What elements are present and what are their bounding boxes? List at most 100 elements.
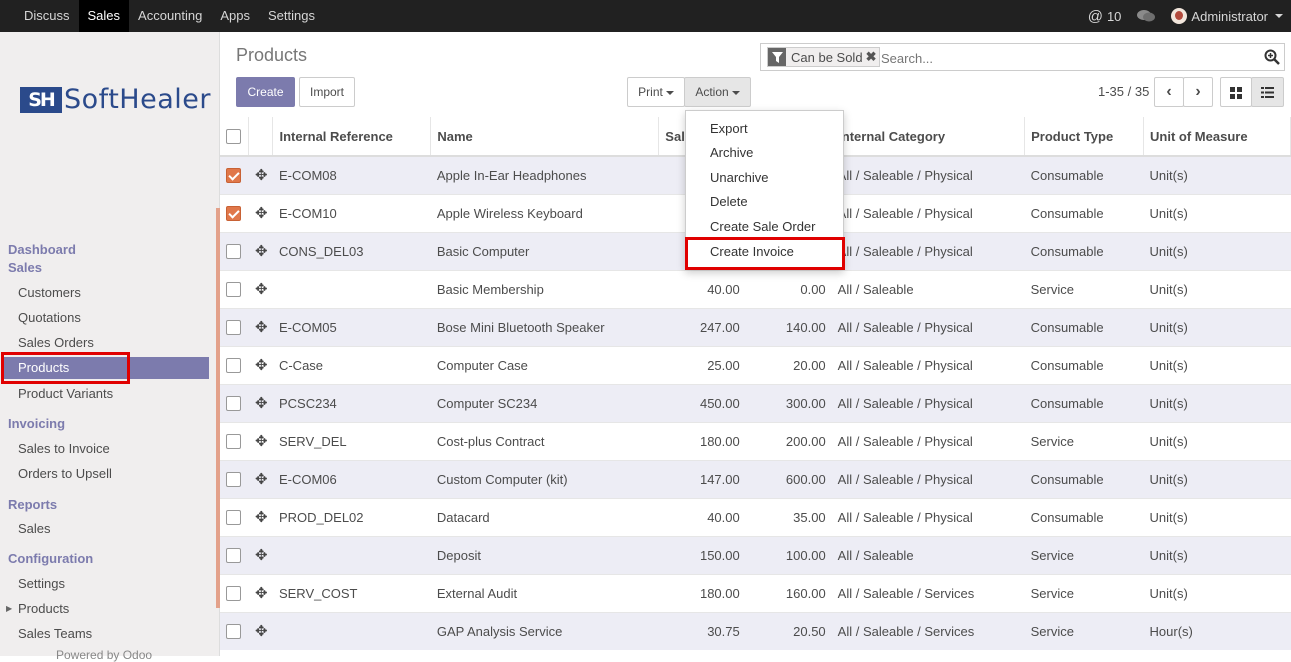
row-checkbox[interactable] — [226, 320, 241, 336]
pager-next-button[interactable]: › — [1183, 77, 1213, 107]
sidebar-item-config-products[interactable]: Products — [18, 601, 69, 616]
menu-item-create-sale-order[interactable]: Create Sale Order — [710, 219, 816, 234]
row-checkbox[interactable] — [226, 206, 241, 222]
close-icon[interactable]: ✖ — [866, 49, 880, 65]
row-checkbox[interactable] — [226, 510, 241, 526]
sidebar-section-configuration[interactable]: Configuration — [8, 551, 93, 566]
column-product-type[interactable]: Product Type — [1024, 117, 1145, 157]
menu-item-export[interactable]: Export — [710, 121, 748, 136]
menu-accounting[interactable]: Accounting — [129, 0, 211, 32]
sidebar-dashboard[interactable]: Dashboard — [8, 242, 76, 257]
pager-previous-button[interactable]: ‹ — [1154, 77, 1184, 107]
table-row[interactable]: ✥ E-COM06 Custom Computer (kit) 147.00 600.0… — [220, 459, 1291, 498]
column-internal-category[interactable]: Internal Category — [831, 117, 1026, 157]
row-checkbox[interactable] — [226, 244, 241, 260]
cell-name: Computer SC234 — [430, 383, 659, 422]
chevron-right-icon: › — [1195, 83, 1201, 100]
row-checkbox[interactable] — [226, 434, 241, 450]
drag-handle-icon[interactable]: ✥ — [255, 585, 268, 602]
sidebar-item-quotations[interactable]: Quotations — [18, 310, 81, 325]
sidebar-item-sales-orders[interactable]: Sales Orders — [18, 335, 94, 350]
cell-name: GAP Analysis Service — [430, 611, 659, 650]
table-row[interactable]: ✥ Basic Membership 40.00 0.00 All / Saleable… — [220, 269, 1291, 308]
action-button[interactable]: Action — [684, 77, 751, 107]
row-checkbox[interactable] — [226, 586, 241, 602]
drag-handle-icon[interactable]: ✥ — [255, 281, 268, 298]
drag-handle-icon[interactable]: ✥ — [255, 433, 268, 450]
column-internal-reference[interactable]: Internal Reference — [272, 117, 432, 157]
search-input[interactable] — [881, 48, 1251, 68]
cell-sales-price: 147.00 — [658, 459, 746, 498]
table-row[interactable]: ✥ SERV_DEL Cost-plus Contract 180.00 200.00 A… — [220, 421, 1291, 460]
row-checkbox[interactable] — [226, 472, 241, 488]
caret-right-icon[interactable]: ▶ — [6, 604, 12, 613]
row-checkbox[interactable] — [226, 282, 241, 298]
cell-sales-price: 180.00 — [658, 573, 746, 612]
cell-sales-price: 30.75 — [658, 611, 746, 650]
menu-item-archive[interactable]: Archive — [710, 145, 753, 160]
menu-item-unarchive[interactable]: Unarchive — [710, 170, 769, 185]
drag-handle-icon[interactable]: ✥ — [255, 205, 268, 222]
kanban-icon — [1230, 86, 1242, 99]
search-icon[interactable] — [1264, 49, 1280, 65]
menu-settings[interactable]: Settings — [259, 0, 324, 32]
list-view-button[interactable] — [1251, 77, 1284, 107]
table-row[interactable]: ✥ Deposit 150.00 100.00 All / Saleable Servic… — [220, 535, 1291, 574]
table-row[interactable]: ✥ E-COM05 Bose Mini Bluetooth Speaker 247.0… — [220, 307, 1291, 346]
sidebar-item-sales-to-invoice[interactable]: Sales to Invoice — [18, 441, 110, 456]
row-checkbox[interactable] — [226, 168, 241, 184]
kanban-view-button[interactable] — [1220, 77, 1252, 107]
row-checkbox[interactable] — [226, 358, 241, 374]
drag-handle-icon[interactable]: ✥ — [255, 623, 268, 640]
sidebar-item-settings[interactable]: Settings — [18, 576, 65, 591]
cell-name: Datacard — [430, 497, 659, 536]
drag-handle-icon[interactable]: ✥ — [255, 357, 268, 374]
sidebar-section-invoicing[interactable]: Invoicing — [8, 416, 65, 431]
user-name: Administrator — [1191, 8, 1268, 24]
menu-item-delete[interactable]: Delete — [710, 194, 748, 209]
drag-handle-icon[interactable]: ✥ — [255, 509, 268, 526]
table-row[interactable]: ✥ PROD_DEL02 Datacard 40.00 35.00 All / Salea… — [220, 497, 1291, 536]
drag-handle-icon[interactable]: ✥ — [255, 319, 268, 336]
sidebar-section-sales[interactable]: Sales — [8, 260, 42, 275]
menu-discuss[interactable]: Discuss — [15, 0, 79, 32]
pager-value[interactable]: 1-35 / 35 — [1098, 84, 1149, 99]
sidebar-section-reports[interactable]: Reports — [8, 497, 57, 512]
table-row[interactable]: ✥ GAP Analysis Service 30.75 20.50 All / Sal… — [220, 611, 1291, 650]
chat-button[interactable] — [1129, 9, 1163, 23]
column-name[interactable]: Name — [430, 117, 660, 157]
drag-handle-icon[interactable]: ✥ — [255, 547, 268, 564]
sidebar-item-product-variants[interactable]: Product Variants — [18, 386, 113, 401]
cell-cost: 160.00 — [745, 573, 832, 612]
row-handle-cell: ✥ — [248, 345, 273, 384]
drag-handle-icon[interactable]: ✥ — [255, 395, 268, 412]
search-facet[interactable]: Can be Sold ✖ — [767, 47, 881, 67]
drag-handle-icon[interactable]: ✥ — [255, 471, 268, 488]
import-button[interactable]: Import — [299, 77, 355, 107]
select-all-checkbox[interactable] — [226, 129, 241, 145]
row-checkbox[interactable] — [226, 396, 241, 412]
cell-unit-of-measure: Unit(s) — [1143, 421, 1291, 460]
menu-sales[interactable]: Sales — [78, 0, 130, 32]
row-checkbox[interactable] — [226, 548, 241, 564]
table-row[interactable]: ✥ SERV_COST External Audit 180.00 160.00 All … — [220, 573, 1291, 612]
menu-apps[interactable]: Apps — [211, 0, 259, 32]
sidebar-item-orders-to-upsell[interactable]: Orders to Upsell — [18, 466, 112, 481]
sidebar-item-sales-teams[interactable]: Sales Teams — [18, 626, 92, 641]
table-row[interactable]: ✥ PCSC234 Computer SC234 450.00 300.00 All / … — [220, 383, 1291, 422]
drag-handle-icon[interactable]: ✥ — [255, 167, 268, 184]
row-handle-cell: ✥ — [248, 231, 273, 270]
row-select-cell — [220, 307, 249, 346]
cell-product-type: Consumable — [1024, 383, 1144, 422]
drag-handle-icon[interactable]: ✥ — [255, 243, 268, 260]
row-checkbox[interactable] — [226, 624, 241, 640]
notifications-button[interactable]: @ 10 — [1080, 8, 1130, 25]
sidebar-item-reports-sales[interactable]: Sales — [18, 521, 51, 536]
table-row[interactable]: ✥ C-Case Computer Case 25.00 20.00 All / Sale… — [220, 345, 1291, 384]
print-button[interactable]: Print — [627, 77, 685, 107]
sidebar-item-customers[interactable]: Customers — [18, 285, 81, 300]
powered-by: Powered by Odoo — [56, 648, 153, 662]
create-button[interactable]: Create — [236, 77, 295, 107]
user-menu[interactable]: Administrator — [1163, 8, 1291, 24]
column-unit-of-measure[interactable]: Unit of Measure — [1143, 117, 1291, 157]
